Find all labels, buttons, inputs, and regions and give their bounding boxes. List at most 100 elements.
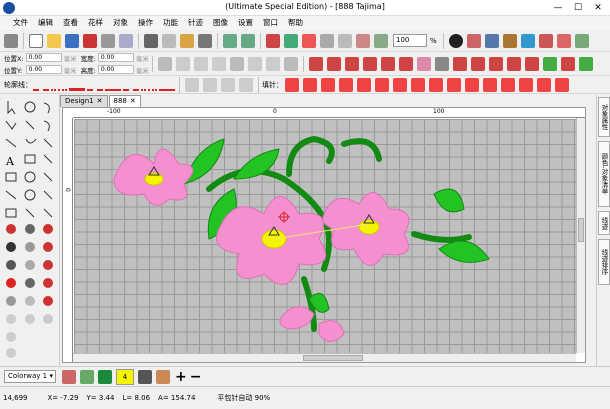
show-3d-icon[interactable] [356,33,370,48]
properties-icon[interactable] [466,33,481,48]
thread-chart-icon[interactable] [502,33,517,48]
menu-design[interactable]: 花样 [83,16,108,30]
outline-motif-icon[interactable] [87,79,103,91]
delete-icon[interactable] [198,33,212,48]
mirror-horizontal-icon[interactable] [193,56,208,71]
redo-icon[interactable] [241,33,255,48]
distribute-icon[interactable] [265,56,280,71]
vertical-scrollbar[interactable] [576,118,585,353]
tab-color-object-list[interactable]: 颜色-对象清单 [598,141,610,207]
measure-icon[interactable] [43,278,53,288]
horizontal-scrollbar[interactable] [73,353,576,362]
group-icon[interactable] [283,56,298,71]
scale-tool-icon[interactable] [25,314,35,324]
height-input[interactable]: 0.00 [97,65,134,74]
show-stitch-icon[interactable] [320,33,334,48]
menu-view[interactable]: 查看 [58,16,83,30]
outline-running-icon[interactable] [33,79,49,91]
menu-arrange[interactable]: 操作 [133,16,158,30]
spiral-tool-icon[interactable] [25,260,35,270]
fill-radial-icon[interactable] [321,77,335,92]
fill-gradient-icon[interactable] [429,77,443,92]
block-tool-icon[interactable] [5,208,17,218]
arc-tool-icon[interactable] [25,138,37,144]
paint-bucket-icon[interactable] [156,369,170,384]
stitch-type-11-icon[interactable] [488,56,503,71]
undo-icon[interactable] [223,33,237,48]
rotate-icon[interactable] [229,56,244,71]
remove-color-icon[interactable]: − [190,369,202,385]
outline-zigzag-icon[interactable] [105,79,121,91]
position-x-input[interactable]: 0.00 [25,53,62,62]
align-icon[interactable] [175,56,190,71]
options-icon[interactable] [574,33,589,48]
curve-tool-icon[interactable] [43,120,50,132]
zoom-input[interactable]: 100 [393,34,427,47]
satin-tool-icon[interactable] [43,208,53,218]
needle-point-icon[interactable] [43,242,53,252]
knife-icon[interactable] [6,314,16,324]
color-change-icon[interactable] [6,242,16,252]
circle-tool-icon[interactable] [24,189,36,201]
stitch-type-7-icon[interactable] [416,56,431,71]
arrange-icon[interactable] [247,56,262,71]
menu-edit[interactable]: 编辑 [33,16,58,30]
fill-tatami-icon[interactable] [303,77,317,92]
fill-cross-icon[interactable] [411,77,425,92]
stitch-type-9-icon[interactable] [452,56,467,71]
colorway-select[interactable]: Colorway 1 [4,370,56,383]
fill-contour-icon[interactable] [339,77,353,92]
add-color-icon[interactable]: + [175,369,187,385]
canvas-grid[interactable] [74,119,576,353]
stitch-type-8-icon[interactable] [434,56,449,71]
hole-icon[interactable] [6,260,16,270]
hoop-icon[interactable] [538,33,553,48]
outline-option-1-icon[interactable] [185,77,199,92]
stitch-type-10-icon[interactable] [470,56,485,71]
lock-tool-icon[interactable] [43,314,53,324]
close-button[interactable]: ✕ [588,1,608,15]
shirt-icon[interactable] [98,369,112,384]
menu-stitch[interactable]: 针迹 [183,16,208,30]
fill-star-icon[interactable] [465,77,479,92]
stitch-type-13-icon[interactable] [524,56,539,71]
menu-help[interactable]: 帮助 [283,16,308,30]
design-info-icon[interactable] [484,33,499,48]
menu-file[interactable]: 文件 [8,16,33,30]
magnet-icon[interactable] [43,296,53,306]
outline-bean-icon[interactable] [51,79,67,91]
stitch-player-icon[interactable] [284,33,298,48]
menu-window[interactable]: 窗口 [258,16,283,30]
trim-icon[interactable] [43,224,53,234]
fill-applique-icon[interactable] [519,77,533,92]
fill-satin-icon[interactable] [285,77,299,92]
open-folder-icon[interactable] [47,33,61,48]
new-file-icon[interactable] [29,33,43,48]
hand-tool-icon[interactable] [6,348,16,358]
maximize-button[interactable]: ☐ [568,1,588,15]
monogram-tool-icon[interactable] [5,190,17,200]
fill-network-icon[interactable] [537,77,551,92]
gradient-tool-icon[interactable] [25,296,35,306]
rotate-tool-icon[interactable] [6,332,16,342]
point-select-icon[interactable] [24,101,36,113]
paste-icon[interactable] [180,33,194,48]
cut-icon[interactable] [144,33,158,48]
fill-stipple-icon[interactable] [555,77,569,92]
home-icon[interactable] [4,33,18,48]
export-icon[interactable] [83,33,97,48]
tab-888-close-icon[interactable]: ✕ [130,96,136,107]
rectangle-tool-icon[interactable] [24,154,36,164]
sphere-icon[interactable] [6,296,16,306]
column-tool-icon[interactable] [25,208,35,218]
design-canvas[interactable]: -100 0 100 0 [62,107,586,363]
tab-design1-close-icon[interactable]: ✕ [97,96,103,107]
stop-icon[interactable] [6,224,16,234]
cut-tool-icon[interactable] [25,120,35,130]
tab-888[interactable]: 888 ✕ [108,95,141,107]
print-icon[interactable] [101,33,115,48]
text-tool-icon[interactable]: A [5,155,15,168]
outline-e-stitch-icon[interactable] [123,79,139,91]
color-palette-icon[interactable] [556,33,571,48]
width-input[interactable]: 0.00 [97,53,134,62]
